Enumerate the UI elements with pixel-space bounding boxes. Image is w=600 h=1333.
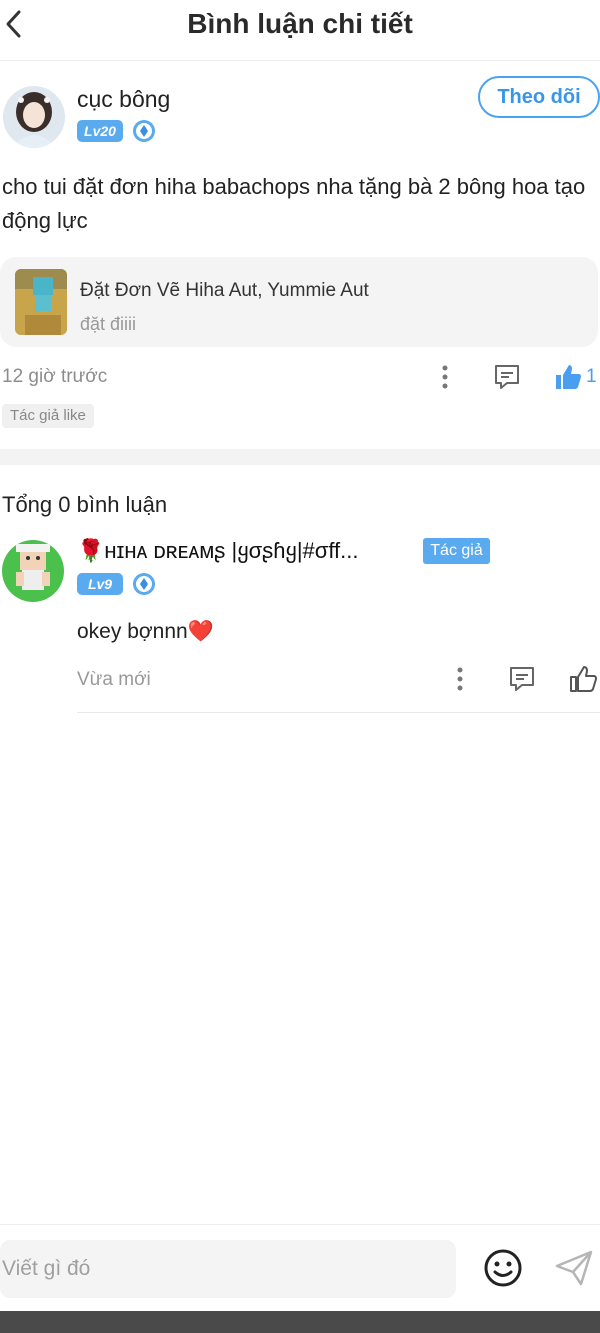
more-vertical-icon[interactable] [440, 364, 450, 392]
comment-input-box[interactable] [0, 1240, 456, 1298]
emoji-icon[interactable] [483, 1248, 523, 1288]
follow-button[interactable]: Theo dõi [478, 76, 600, 118]
topic-title: Đặt Đơn Vẽ Hiha Aut, Yummie Aut [80, 280, 369, 301]
post-timestamp: 12 giờ trước [2, 366, 108, 387]
commenter-name[interactable]: 🌹ʜɪʜᴀ ᴅʀᴇᴀᴍʂ |ყσʂɦყ|#σff... [77, 538, 417, 564]
author-like-badge: Tác giả like [2, 404, 94, 428]
comment-icon[interactable] [492, 362, 522, 392]
comment-text: okey bợnnn❤️ [77, 620, 214, 643]
comment-timestamp: Vừa mới [77, 669, 151, 690]
thumbs-up-icon[interactable] [553, 362, 583, 392]
comment-divider [77, 712, 600, 713]
diamond-icon [132, 572, 156, 596]
topic-card[interactable]: Đặt Đơn Vẽ Hiha Aut, Yummie Aut đặt điii… [0, 257, 598, 347]
avatar[interactable] [3, 86, 65, 148]
comment-icon[interactable] [507, 664, 537, 694]
section-divider [0, 449, 600, 465]
comment-input[interactable] [0, 1240, 442, 1298]
commenter-level-badge: Lv9 [77, 573, 123, 595]
post-author-name[interactable]: cục bông [77, 86, 170, 113]
topic-thumbnail [15, 269, 67, 335]
commenter-avatar[interactable] [2, 540, 64, 602]
thumbs-up-icon[interactable] [568, 664, 598, 694]
page-title: Bình luận chi tiết [187, 8, 413, 39]
diamond-icon [132, 119, 156, 143]
topic-subtitle: đặt điiii [80, 314, 137, 334]
composer-divider [0, 1224, 600, 1225]
system-nav-bar [0, 1311, 600, 1333]
total-comments-label: Tổng 0 bình luận [2, 492, 168, 517]
more-vertical-icon[interactable] [455, 666, 465, 694]
send-icon[interactable] [553, 1248, 595, 1288]
post-text: cho tui đặt đơn hiha babachops nha tặng … [2, 174, 586, 233]
author-tag: Tác giả [423, 538, 490, 564]
like-count: 1 [586, 366, 597, 387]
header-bar: Bình luận chi tiết [0, 0, 600, 61]
level-badge: Lv20 [77, 120, 123, 142]
